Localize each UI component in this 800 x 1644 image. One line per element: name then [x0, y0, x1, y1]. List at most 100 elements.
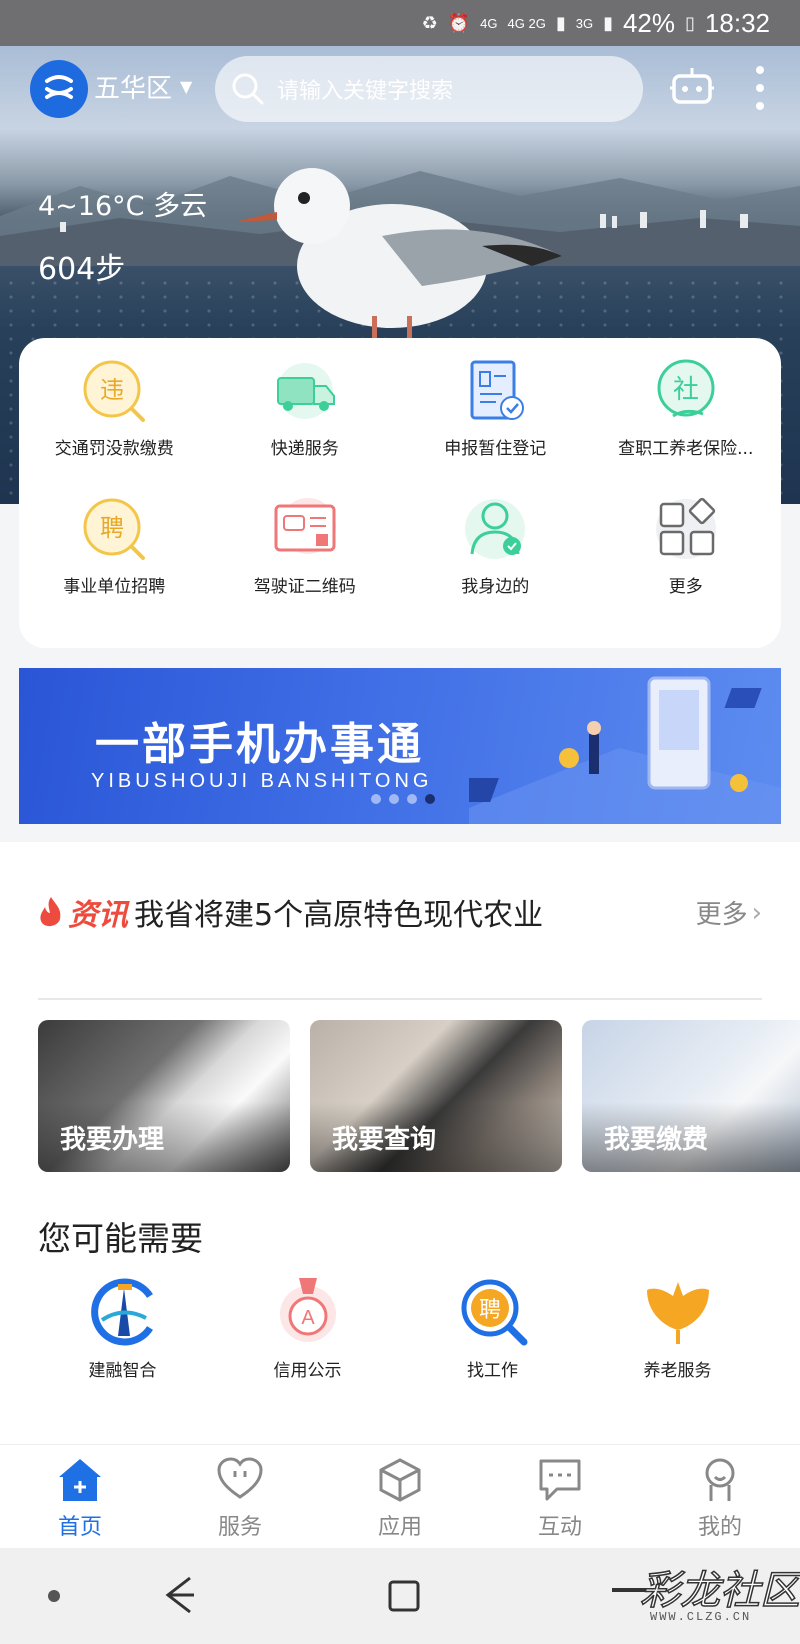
chat-icon	[539, 1459, 581, 1501]
banner-pagination	[371, 794, 435, 804]
recommend-label: 信用公示	[273, 1361, 342, 1381]
battery-saver-icon: ♻	[421, 12, 438, 33]
status-bar: ♻ ⏰ 4G 4G 2G ▮ 3G ▮ 42% ▯ 18:32	[0, 0, 800, 46]
recommend-label: 养老服务	[643, 1361, 712, 1381]
person-nearby-icon	[465, 499, 526, 559]
news-headline[interactable]: 我省将建5个高原特色现代农业	[134, 890, 543, 934]
service-label: 申报暂住登记	[444, 439, 547, 459]
weather-text: 4~16°C 多云	[38, 191, 208, 222]
battery-icon: ▯	[685, 12, 695, 33]
tab-label: 服务	[217, 1515, 262, 1540]
battery-percent: 42%	[622, 7, 676, 38]
jianrong-icon	[90, 1278, 153, 1346]
banner-subtitle: YIBUSHOUJI BANSHITONG	[91, 770, 433, 792]
service-label: 交通罚没款缴费	[54, 439, 174, 459]
delivery-truck-icon	[276, 363, 335, 419]
recruit-icon: 聘	[83, 498, 146, 560]
service-label: 更多	[668, 577, 703, 597]
recommend-item-credit[interactable]: A 信用公示	[215, 1276, 400, 1381]
banner-dot	[407, 794, 417, 804]
tile-label: 我要缴费	[604, 1125, 709, 1155]
service-social-security[interactable]: 社 查职工养老保险...	[591, 354, 782, 492]
heart-service-icon	[217, 1457, 263, 1499]
service-more[interactable]: 更多	[591, 492, 782, 630]
signal-icon: ▮	[555, 12, 566, 33]
tab-service[interactable]: 服务	[160, 1445, 320, 1548]
service-traffic-fine[interactable]: 违 交通罚没款缴费	[19, 354, 210, 492]
more-menu-icon[interactable]	[752, 66, 768, 110]
svg-text:违: 违	[100, 376, 124, 404]
chevron-down-icon: ▼	[180, 77, 193, 96]
tab-apps[interactable]: 应用	[320, 1445, 480, 1548]
tile-query[interactable]: 我要查询	[310, 1020, 562, 1172]
promo-banner[interactable]: 一部手机办事通 YIBUSHOUJI BANSHITONG	[19, 668, 781, 824]
social-security-icon: 社	[657, 359, 715, 418]
recommend-label: 建融智合	[88, 1361, 157, 1381]
service-recruitment[interactable]: 聘 事业单位招聘	[19, 492, 210, 630]
alarm-icon: ⏰	[447, 12, 471, 33]
app-logo[interactable]	[30, 60, 88, 118]
news-tag: 资讯	[68, 898, 128, 933]
violation-icon: 违	[83, 360, 146, 422]
banner-dot-active	[425, 794, 435, 804]
logo-wave-icon	[45, 75, 73, 99]
banner-title: 一部手机办事通	[95, 719, 424, 770]
tab-label: 我的	[697, 1515, 742, 1540]
cube-icon	[379, 1458, 421, 1502]
tab-interact[interactable]: 互动	[480, 1445, 640, 1548]
tab-home[interactable]: 首页	[0, 1445, 160, 1548]
svg-text:聘: 聘	[478, 1298, 500, 1323]
step-count: 604步	[38, 252, 126, 287]
network-3g: 3G	[575, 15, 594, 31]
job-search-icon: 聘	[461, 1279, 527, 1346]
banner-illustration	[469, 676, 781, 824]
home-icon	[59, 1459, 101, 1501]
service-residence-register[interactable]: 申报暂住登记	[400, 354, 591, 492]
bottom-tab-bar: 首页 服务 应用 互动 我的	[0, 1444, 800, 1548]
tile-payment[interactable]: 我要缴费	[582, 1020, 800, 1172]
robot-assistant-icon[interactable]	[670, 66, 714, 110]
tab-label: 应用	[377, 1515, 422, 1540]
recommend-item-job[interactable]: 聘 找工作	[400, 1276, 585, 1381]
service-label: 驾驶证二维码	[253, 577, 356, 597]
back-icon[interactable]	[160, 1572, 200, 1618]
news-ticker[interactable]: 资讯 我省将建5个高原特色现代农业 更多 ›	[38, 888, 762, 936]
tab-mine[interactable]: 我的	[640, 1445, 800, 1548]
banner-dot	[389, 794, 399, 804]
service-driver-license-qr[interactable]: 驾驶证二维码	[210, 492, 401, 630]
tile-label: 我要查询	[332, 1125, 437, 1155]
service-delivery[interactable]: 快递服务	[210, 354, 401, 492]
recommend-item-jianrong[interactable]: 建融智合	[30, 1276, 215, 1381]
tab-label: 首页	[57, 1515, 102, 1540]
action-tiles: 我要办理 我要查询 我要缴费	[38, 1020, 800, 1172]
top-bar: 五华区 ▼ 请输入关键字搜索	[0, 54, 800, 126]
search-input[interactable]: 请输入关键字搜索	[215, 56, 643, 122]
news-more-label: 更多	[695, 900, 748, 930]
region-selector[interactable]: 五华区 ▼	[94, 68, 192, 105]
news-more-link[interactable]: 更多 ›	[696, 894, 762, 931]
recommend-item-elderly[interactable]: 养老服务	[585, 1276, 770, 1381]
flame-icon	[40, 897, 61, 927]
network-4g-2g: 4G 2G	[507, 15, 546, 31]
service-nearby[interactable]: 我身边的	[400, 492, 591, 630]
ginkgo-leaf-icon	[646, 1282, 709, 1344]
service-label: 事业单位招聘	[63, 577, 166, 597]
main-content: 资讯 我省将建5个高原特色现代农业 更多 › 我要办理 我要查询 我要缴费 您可…	[0, 842, 800, 1444]
residence-register-icon	[470, 360, 525, 420]
credit-medal-icon: A	[279, 1278, 336, 1342]
clock: 18:32	[704, 7, 770, 38]
recommend-list: 建融智合 A 信用公示 聘 找工作 养老服务	[30, 1276, 770, 1381]
recommend-section-title: 您可能需要	[38, 1219, 203, 1258]
nav-dot-icon[interactable]	[48, 1590, 60, 1602]
watermark-url: WWW.CLZG.CN	[650, 1610, 752, 1624]
tile-handle[interactable]: 我要办理	[38, 1020, 290, 1172]
recent-apps-icon[interactable]	[386, 1578, 422, 1614]
watermark-text: 彩龙社区	[639, 1567, 800, 1615]
service-label: 快递服务	[270, 439, 339, 459]
svg-text:A: A	[301, 1307, 315, 1329]
svg-text:聘: 聘	[100, 514, 124, 542]
divider	[38, 998, 762, 1000]
tab-label: 互动	[537, 1515, 582, 1540]
signal-icon-2: ▮	[603, 12, 613, 33]
svg-text:社: 社	[673, 375, 699, 405]
